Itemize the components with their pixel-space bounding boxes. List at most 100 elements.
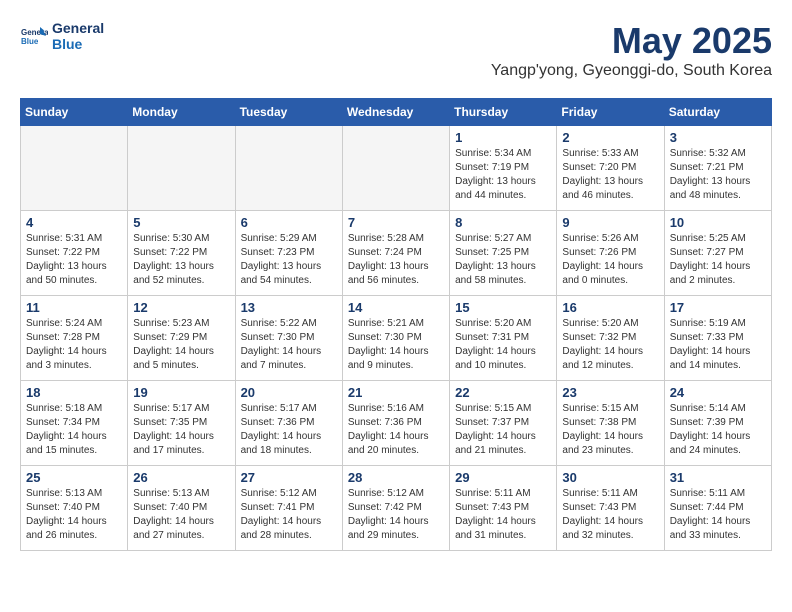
day-info: Sunrise: 5:31 AMSunset: 7:22 PMDaylight:… (26, 232, 122, 288)
calendar-cell (21, 126, 128, 211)
day-info: Sunrise: 5:30 AMSunset: 7:22 PMDaylight:… (133, 232, 229, 288)
week-row-2: 11 Sunrise: 5:24 AMSunset: 7:28 PMDayligh… (21, 296, 772, 381)
day-info: Sunrise: 5:24 AMSunset: 7:28 PMDaylight:… (26, 317, 122, 373)
day-info: Sunrise: 5:16 AMSunset: 7:36 PMDaylight:… (348, 402, 444, 458)
day-number: 20 (241, 385, 337, 400)
day-info: Sunrise: 5:13 AMSunset: 7:40 PMDaylight:… (26, 487, 122, 543)
weekday-header-tuesday: Tuesday (235, 99, 342, 126)
day-info: Sunrise: 5:17 AMSunset: 7:35 PMDaylight:… (133, 402, 229, 458)
day-number: 8 (455, 215, 551, 230)
day-number: 9 (562, 215, 658, 230)
weekday-header-thursday: Thursday (450, 99, 557, 126)
calendar-cell: 16 Sunrise: 5:20 AMSunset: 7:32 PMDayligh… (557, 296, 664, 381)
day-info: Sunrise: 5:18 AMSunset: 7:34 PMDaylight:… (26, 402, 122, 458)
calendar-cell: 15 Sunrise: 5:20 AMSunset: 7:31 PMDayligh… (450, 296, 557, 381)
day-info: Sunrise: 5:11 AMSunset: 7:44 PMDaylight:… (670, 487, 766, 543)
calendar-cell: 5 Sunrise: 5:30 AMSunset: 7:22 PMDaylight… (128, 211, 235, 296)
calendar-cell: 25 Sunrise: 5:13 AMSunset: 7:40 PMDayligh… (21, 466, 128, 551)
day-number: 11 (26, 300, 122, 315)
calendar-cell: 17 Sunrise: 5:19 AMSunset: 7:33 PMDayligh… (664, 296, 771, 381)
day-number: 3 (670, 130, 766, 145)
day-info: Sunrise: 5:21 AMSunset: 7:30 PMDaylight:… (348, 317, 444, 373)
calendar-cell (235, 126, 342, 211)
weekday-header-row: SundayMondayTuesdayWednesdayThursdayFrid… (21, 99, 772, 126)
weekday-header-saturday: Saturday (664, 99, 771, 126)
day-number: 25 (26, 470, 122, 485)
day-number: 16 (562, 300, 658, 315)
logo-blue: Blue (52, 36, 104, 52)
day-info: Sunrise: 5:19 AMSunset: 7:33 PMDaylight:… (670, 317, 766, 373)
location-title: Yangp'yong, Gyeonggi-do, South Korea (491, 62, 772, 80)
day-info: Sunrise: 5:12 AMSunset: 7:41 PMDaylight:… (241, 487, 337, 543)
calendar-cell: 7Sunrise: 5:28 AMSunset: 7:24 PMDaylight… (342, 211, 449, 296)
calendar-cell: 27Sunrise: 5:12 AMSunset: 7:41 PMDayligh… (235, 466, 342, 551)
calendar-body: 1 Sunrise: 5:34 AMSunset: 7:19 PMDaylight… (21, 126, 772, 551)
calendar-cell: 26 Sunrise: 5:13 AMSunset: 7:40 PMDayligh… (128, 466, 235, 551)
day-number: 10 (670, 215, 766, 230)
day-number: 29 (455, 470, 551, 485)
calendar-cell: 3Sunrise: 5:32 AMSunset: 7:21 PMDaylight… (664, 126, 771, 211)
day-number: 13 (241, 300, 337, 315)
calendar-cell: 11 Sunrise: 5:24 AMSunset: 7:28 PMDayligh… (21, 296, 128, 381)
week-row-4: 25 Sunrise: 5:13 AMSunset: 7:40 PMDayligh… (21, 466, 772, 551)
day-number: 21 (348, 385, 444, 400)
calendar-cell: 29Sunrise: 5:11 AMSunset: 7:43 PMDayligh… (450, 466, 557, 551)
week-row-3: 18 Sunrise: 5:18 AMSunset: 7:34 PMDayligh… (21, 381, 772, 466)
day-number: 6 (241, 215, 337, 230)
weekday-header-sunday: Sunday (21, 99, 128, 126)
calendar-cell (342, 126, 449, 211)
logo-general: General (52, 20, 104, 36)
day-info: Sunrise: 5:34 AMSunset: 7:19 PMDaylight:… (455, 147, 551, 203)
calendar-cell: 19 Sunrise: 5:17 AMSunset: 7:35 PMDayligh… (128, 381, 235, 466)
day-number: 30 (562, 470, 658, 485)
day-number: 24 (670, 385, 766, 400)
day-number: 15 (455, 300, 551, 315)
calendar-table: SundayMondayTuesdayWednesdayThursdayFrid… (20, 98, 772, 551)
day-info: Sunrise: 5:12 AMSunset: 7:42 PMDaylight:… (348, 487, 444, 543)
calendar-cell: 31 Sunrise: 5:11 AMSunset: 7:44 PMDayligh… (664, 466, 771, 551)
calendar-cell: 28Sunrise: 5:12 AMSunset: 7:42 PMDayligh… (342, 466, 449, 551)
title-section: May 2025 Yangp'yong, Gyeonggi-do, South … (491, 20, 772, 80)
logo: General Blue General Blue (20, 20, 104, 52)
day-number: 18 (26, 385, 122, 400)
calendar-cell: 18 Sunrise: 5:18 AMSunset: 7:34 PMDayligh… (21, 381, 128, 466)
day-number: 2 (562, 130, 658, 145)
day-info: Sunrise: 5:20 AMSunset: 7:32 PMDaylight:… (562, 317, 658, 373)
day-number: 19 (133, 385, 229, 400)
calendar-cell: 10 Sunrise: 5:25 AMSunset: 7:27 PMDayligh… (664, 211, 771, 296)
day-info: Sunrise: 5:15 AMSunset: 7:37 PMDaylight:… (455, 402, 551, 458)
logo-icon: General Blue (20, 22, 48, 50)
calendar-cell: 2 Sunrise: 5:33 AMSunset: 7:20 PMDaylight… (557, 126, 664, 211)
svg-text:Blue: Blue (21, 37, 39, 46)
day-number: 31 (670, 470, 766, 485)
day-info: Sunrise: 5:25 AMSunset: 7:27 PMDaylight:… (670, 232, 766, 288)
week-row-0: 1 Sunrise: 5:34 AMSunset: 7:19 PMDaylight… (21, 126, 772, 211)
calendar-cell: 4 Sunrise: 5:31 AMSunset: 7:22 PMDaylight… (21, 211, 128, 296)
day-info: Sunrise: 5:15 AMSunset: 7:38 PMDaylight:… (562, 402, 658, 458)
day-number: 12 (133, 300, 229, 315)
day-number: 4 (26, 215, 122, 230)
calendar-cell: 13Sunrise: 5:22 AMSunset: 7:30 PMDayligh… (235, 296, 342, 381)
calendar-cell: 30 Sunrise: 5:11 AMSunset: 7:43 PMDayligh… (557, 466, 664, 551)
weekday-header-friday: Friday (557, 99, 664, 126)
day-number: 5 (133, 215, 229, 230)
month-title: May 2025 (491, 20, 772, 62)
day-info: Sunrise: 5:14 AMSunset: 7:39 PMDaylight:… (670, 402, 766, 458)
day-info: Sunrise: 5:33 AMSunset: 7:20 PMDaylight:… (562, 147, 658, 203)
weekday-header-monday: Monday (128, 99, 235, 126)
day-info: Sunrise: 5:11 AMSunset: 7:43 PMDaylight:… (562, 487, 658, 543)
day-number: 1 (455, 130, 551, 145)
day-number: 14 (348, 300, 444, 315)
day-info: Sunrise: 5:13 AMSunset: 7:40 PMDaylight:… (133, 487, 229, 543)
calendar-cell: 9Sunrise: 5:26 AMSunset: 7:26 PMDaylight… (557, 211, 664, 296)
day-info: Sunrise: 5:29 AMSunset: 7:23 PMDaylight:… (241, 232, 337, 288)
calendar-cell (128, 126, 235, 211)
day-info: Sunrise: 5:28 AMSunset: 7:24 PMDaylight:… (348, 232, 444, 288)
day-number: 26 (133, 470, 229, 485)
day-info: Sunrise: 5:20 AMSunset: 7:31 PMDaylight:… (455, 317, 551, 373)
calendar-cell: 8Sunrise: 5:27 AMSunset: 7:25 PMDaylight… (450, 211, 557, 296)
week-row-1: 4 Sunrise: 5:31 AMSunset: 7:22 PMDaylight… (21, 211, 772, 296)
day-number: 17 (670, 300, 766, 315)
calendar-cell: 1 Sunrise: 5:34 AMSunset: 7:19 PMDaylight… (450, 126, 557, 211)
day-info: Sunrise: 5:17 AMSunset: 7:36 PMDaylight:… (241, 402, 337, 458)
